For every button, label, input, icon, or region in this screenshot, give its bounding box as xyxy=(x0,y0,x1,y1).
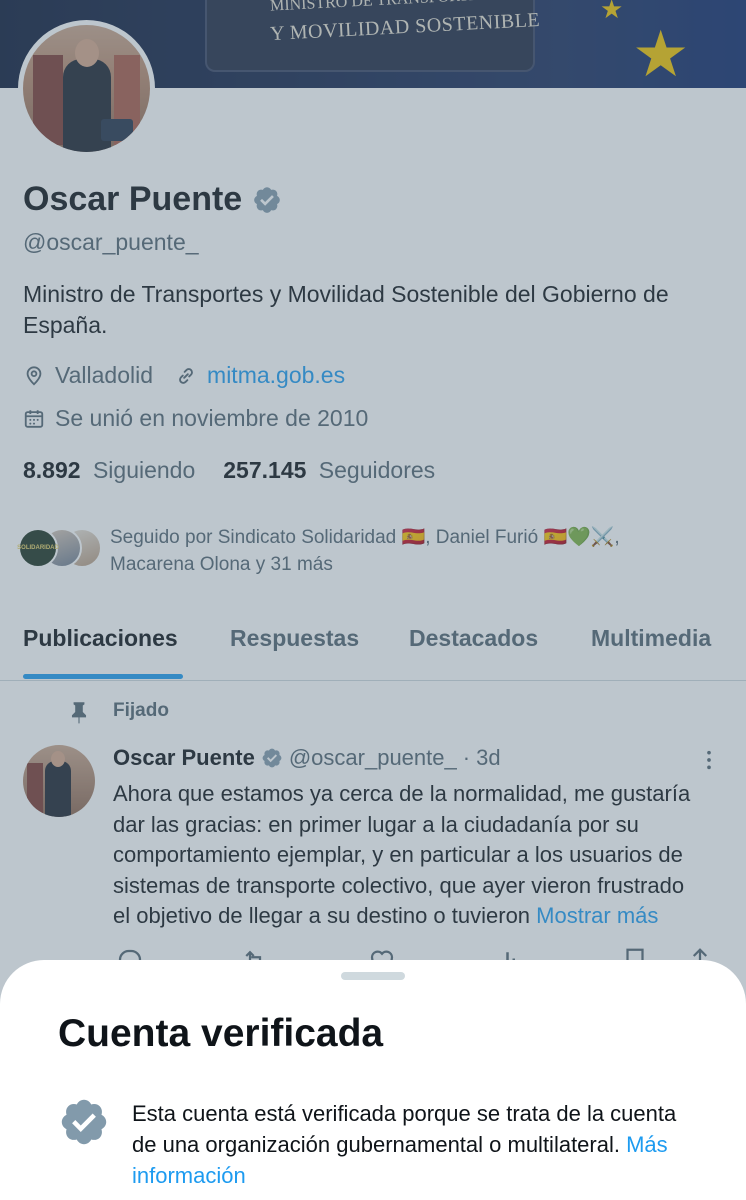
sheet-description-text: Esta cuenta está verificada porque se tr… xyxy=(132,1101,677,1157)
verified-badge-icon xyxy=(61,1099,107,1145)
sheet-title: Cuenta verificada xyxy=(58,1012,384,1055)
sheet-drag-handle[interactable] xyxy=(341,972,405,980)
sheet-description: Esta cuenta está verificada porque se tr… xyxy=(132,1098,692,1191)
verified-bottom-sheet: Cuenta verificada Esta cuenta está verif… xyxy=(0,960,746,1200)
